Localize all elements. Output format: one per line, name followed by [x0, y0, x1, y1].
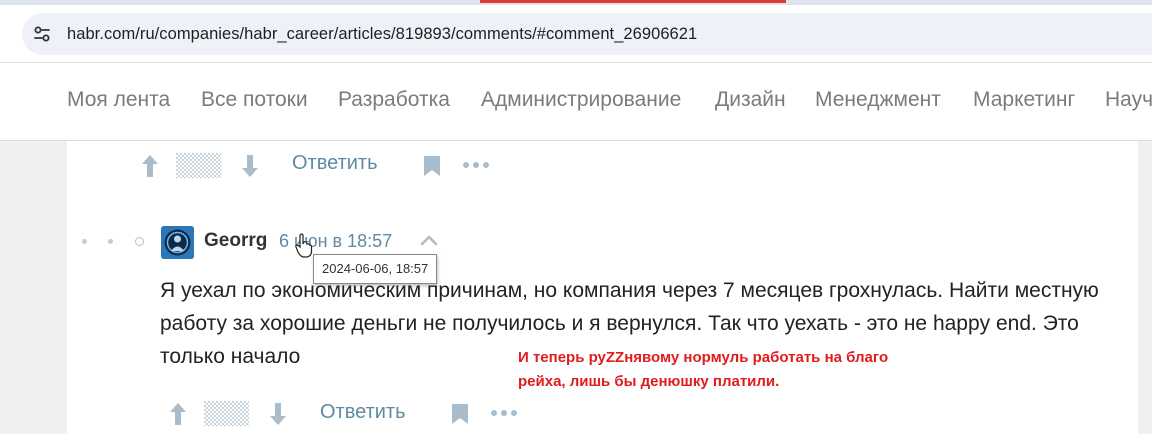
reply-button[interactable]: Ответить: [320, 401, 406, 424]
more-options-icon[interactable]: [462, 160, 490, 170]
comment-author[interactable]: Georrg: [204, 230, 267, 252]
nav-item-development[interactable]: Разработка: [338, 88, 450, 112]
red-annotation-overlay: И теперь руZZнявому нормуль работать на …: [518, 349, 889, 390]
hand-cursor-icon: [295, 233, 313, 258]
active-tab-indicator: [480, 0, 786, 3]
bookmark-icon[interactable]: [451, 403, 469, 425]
site-settings-icon[interactable]: [32, 24, 52, 44]
bookmark-icon[interactable]: [423, 155, 441, 177]
address-bar[interactable]: habr.com/ru/companies/habr_career/articl…: [22, 13, 1152, 55]
nav-item-all-streams[interactable]: Все потоки: [201, 88, 308, 112]
nav-item-my-feed[interactable]: Моя лента: [67, 88, 170, 112]
score-hidden-icon: [176, 153, 221, 178]
thread-level-ring: [135, 237, 144, 246]
url-text[interactable]: habr.com/ru/companies/habr_career/articl…: [67, 25, 697, 44]
browser-toolbar: habr.com/ru/companies/habr_career/articl…: [0, 5, 1152, 63]
more-options-icon[interactable]: [490, 408, 518, 418]
avatar-image-icon: [161, 226, 194, 259]
downvote-arrow-icon[interactable]: [240, 153, 260, 179]
reply-button[interactable]: Ответить: [292, 152, 378, 175]
hub-navigation: Моя лента Все потоки Разработка Админист…: [0, 63, 1152, 141]
chevron-up-icon[interactable]: [419, 233, 439, 247]
avatar[interactable]: [161, 226, 194, 259]
upvote-arrow-icon[interactable]: [168, 401, 188, 427]
nav-item-design[interactable]: Дизайн: [715, 88, 786, 112]
downvote-arrow-icon[interactable]: [268, 401, 288, 427]
nav-item-management[interactable]: Менеджмент: [815, 88, 941, 112]
score-hidden-icon: [204, 401, 249, 426]
nav-item-popsci[interactable]: Научпоп: [1105, 88, 1152, 112]
thread-level-dot: [108, 239, 113, 244]
thread-level-dot: [82, 239, 87, 244]
nav-item-administration[interactable]: Администрирование: [481, 88, 681, 112]
nav-item-marketing[interactable]: Маркетинг: [973, 88, 1075, 112]
upvote-arrow-icon[interactable]: [140, 153, 160, 179]
